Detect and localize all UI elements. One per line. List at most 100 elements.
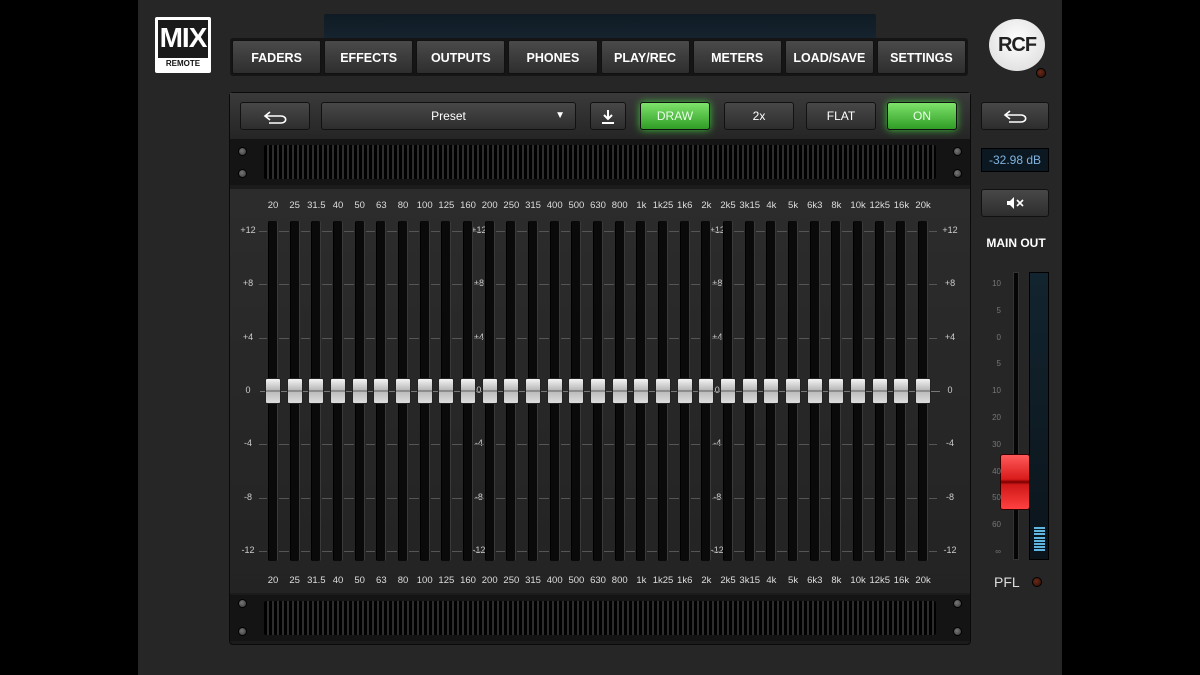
scale-tick	[929, 337, 938, 339]
scale-tick	[735, 497, 744, 499]
eq-fader-knob[interactable]	[915, 378, 932, 404]
scale-tick	[929, 497, 938, 499]
scale-tick	[562, 551, 571, 552]
scale-tick	[562, 444, 571, 446]
eq-fader-knob[interactable]	[871, 378, 888, 404]
scale-tick	[280, 337, 289, 339]
scale-tick	[410, 444, 419, 446]
eq-fader-knob[interactable]	[373, 378, 390, 404]
eq-fader-knob[interactable]	[633, 378, 650, 404]
tab-effects[interactable]: EFFECTS	[324, 40, 414, 74]
eq-fader-knob[interactable]	[546, 378, 563, 404]
eq-fader-knob[interactable]	[763, 378, 780, 404]
eq-fader-knob[interactable]	[265, 378, 281, 404]
eq-fader-knob[interactable]	[438, 378, 455, 404]
scale-tick	[714, 231, 723, 232]
scale-tick	[432, 444, 441, 446]
screw	[238, 147, 247, 156]
scale-tick	[627, 231, 636, 232]
tab-settings[interactable]: SETTINGS	[876, 40, 966, 74]
scale-tick	[605, 337, 614, 339]
scale-tick	[822, 337, 831, 339]
eq-fader-area: +12 +12 +12 +12 +8 +8 +8 +8 +4 +4 +4 +4 0 0 0 0 -4 -4 -4 -4…	[230, 189, 970, 593]
back-button[interactable]	[240, 102, 310, 130]
eq-fader-knob[interactable]	[850, 378, 867, 404]
tab-phones[interactable]: PHONES	[508, 40, 598, 74]
scale-tick	[929, 551, 938, 552]
eq-fader-knob[interactable]	[286, 378, 303, 404]
tab-outputs[interactable]: OUTPUTS	[416, 40, 506, 74]
scale-tick	[714, 497, 723, 499]
scale-tick	[540, 337, 549, 339]
scale-tick	[519, 231, 528, 232]
scale-tick	[779, 497, 788, 499]
scale-tick	[929, 284, 938, 286]
eq-fader-knob[interactable]	[785, 378, 802, 404]
scale-tick	[909, 231, 918, 232]
scale-tick	[410, 551, 419, 552]
scale-tick	[562, 231, 571, 232]
scale-tick	[324, 284, 332, 286]
x2-button[interactable]: 2x	[724, 102, 794, 130]
scale-tick	[649, 551, 658, 552]
scale-tick	[519, 444, 528, 446]
flat-button[interactable]: FLAT	[806, 102, 876, 130]
scale-tick	[757, 337, 766, 339]
eq-fader-knob[interactable]	[893, 378, 910, 404]
scale-tick	[692, 551, 701, 552]
eq-fader-knob[interactable]	[481, 378, 498, 404]
scale-tick	[259, 284, 267, 286]
scale-tick	[670, 231, 679, 232]
scale-tick	[779, 337, 788, 339]
scale-tick	[497, 284, 506, 286]
scale-tick	[367, 284, 376, 286]
eq-fader-knob[interactable]	[676, 378, 693, 404]
scale-tick	[519, 284, 528, 286]
eq-fader-knob[interactable]	[828, 378, 845, 404]
eq-scale-label: +12	[240, 225, 256, 235]
eq-scale-label: -8	[243, 491, 252, 502]
main-out-label: MAIN OUT	[986, 236, 1046, 250]
eq-fader-knob[interactable]	[568, 378, 585, 404]
pfl-led[interactable]	[1032, 577, 1042, 587]
scale-tick	[367, 444, 376, 446]
scale-tick	[909, 551, 918, 552]
tab-faders[interactable]: FADERS	[232, 40, 322, 74]
eq-fader-knob[interactable]	[503, 378, 520, 404]
main-out-fader-track[interactable]	[1013, 272, 1019, 560]
eq-fader-knob[interactable]	[351, 378, 368, 404]
eq-on-toggle[interactable]: ON	[887, 102, 957, 130]
eq-fader-knob[interactable]	[330, 378, 346, 404]
draw-toggle[interactable]: DRAW	[640, 102, 710, 130]
eq-fader-knob[interactable]	[525, 378, 542, 404]
eq-fader-knob[interactable]	[590, 378, 607, 404]
meter-scale-label: 10	[992, 386, 1001, 396]
eq-fader-knob[interactable]	[460, 378, 477, 404]
eq-fader-knob[interactable]	[720, 378, 737, 404]
mute-button[interactable]	[981, 189, 1049, 217]
meter-segment	[1034, 546, 1045, 549]
eq-fader-knob[interactable]	[416, 378, 433, 404]
main-out-fader-knob[interactable]	[1000, 454, 1030, 510]
scale-tick	[540, 551, 549, 552]
scale-tick	[627, 444, 636, 446]
scale-tick	[432, 497, 441, 499]
eq-scale-label: -8	[945, 491, 954, 502]
tab-meters[interactable]: METERS	[692, 40, 782, 74]
eq-fader-knob[interactable]	[806, 378, 823, 404]
eq-fader-knob[interactable]	[655, 378, 672, 404]
eq-fader-knob[interactable]	[741, 378, 758, 404]
preset-dropdown[interactable]: Preset ▼	[321, 102, 576, 130]
tab-load-save[interactable]: LOAD/SAVE	[784, 40, 874, 74]
scale-tick	[735, 284, 744, 286]
tab-play-rec[interactable]: PLAY/REC	[600, 40, 690, 74]
eq-fader-knob[interactable]	[308, 378, 325, 404]
right-back-button[interactable]	[981, 102, 1049, 130]
eq-fader-knob[interactable]	[611, 378, 628, 404]
eq-fader-knob[interactable]	[698, 378, 715, 404]
download-button[interactable]	[590, 102, 626, 130]
scale-tick	[822, 551, 831, 552]
scale-tick	[605, 444, 614, 446]
scale-tick	[454, 337, 463, 339]
eq-fader-knob[interactable]	[395, 378, 412, 404]
